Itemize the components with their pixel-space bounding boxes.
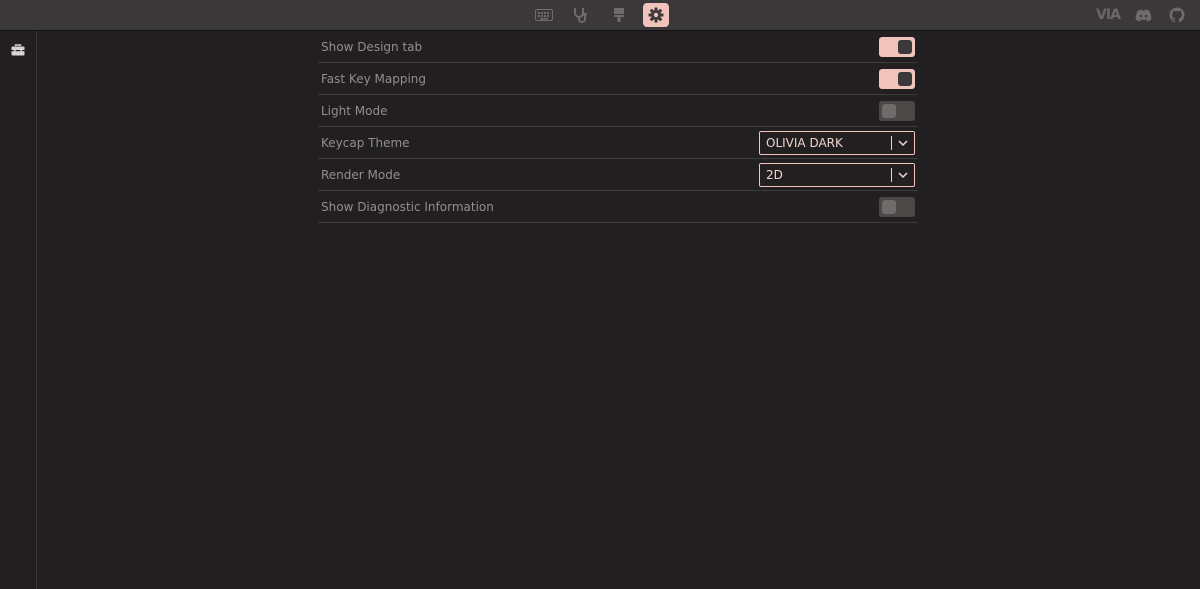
stethoscope-icon[interactable] (567, 3, 593, 27)
render-mode-select[interactable]: 2D (759, 162, 915, 187)
keyboard-icon[interactable] (531, 3, 557, 27)
fast-key-mapping-toggle[interactable] (879, 68, 915, 89)
setting-row-show-diagnostic-information: Show Diagnostic Information (318, 191, 918, 223)
setting-label: Light Mode (321, 103, 388, 118)
keycap-theme-select[interactable]: OLIVIA DARK (759, 130, 915, 155)
setting-label: Show Diagnostic Information (321, 199, 494, 214)
setting-row-fast-key-mapping: Fast Key Mapping (318, 63, 918, 95)
toolbox-icon[interactable] (11, 41, 25, 56)
settings-icon[interactable] (643, 3, 669, 27)
chevron-down-icon[interactable] (892, 164, 914, 186)
brand-label: VIA (1096, 7, 1121, 23)
render-mode-value: 2D (766, 167, 783, 182)
show-diagnostic-information-toggle[interactable] (879, 196, 915, 217)
setting-row-light-mode: Light Mode (318, 95, 918, 127)
chevron-down-icon[interactable] (892, 132, 914, 154)
light-mode-toggle[interactable] (879, 100, 915, 121)
setting-label: Keycap Theme (321, 135, 410, 150)
settings-list: Show Design tab Fast Key Mapping Light M… (318, 31, 918, 223)
setting-row-render-mode: Render Mode 2D (318, 159, 918, 191)
discord-icon[interactable] (1133, 6, 1153, 24)
top-navigation-bar: VIA (0, 0, 1200, 31)
github-icon[interactable] (1168, 6, 1186, 24)
keycap-theme-value: OLIVIA DARK (766, 135, 843, 150)
setting-row-keycap-theme: Keycap Theme OLIVIA DARK (318, 127, 918, 159)
sidebar (0, 31, 37, 589)
via-logo[interactable]: VIA (1094, 6, 1122, 24)
setting-label: Fast Key Mapping (321, 71, 426, 86)
setting-label: Render Mode (321, 167, 401, 182)
design-icon[interactable] (606, 3, 632, 27)
show-design-tab-toggle[interactable] (879, 36, 915, 57)
setting-label: Show Design tab (321, 39, 423, 54)
setting-row-show-design-tab: Show Design tab (318, 31, 918, 63)
